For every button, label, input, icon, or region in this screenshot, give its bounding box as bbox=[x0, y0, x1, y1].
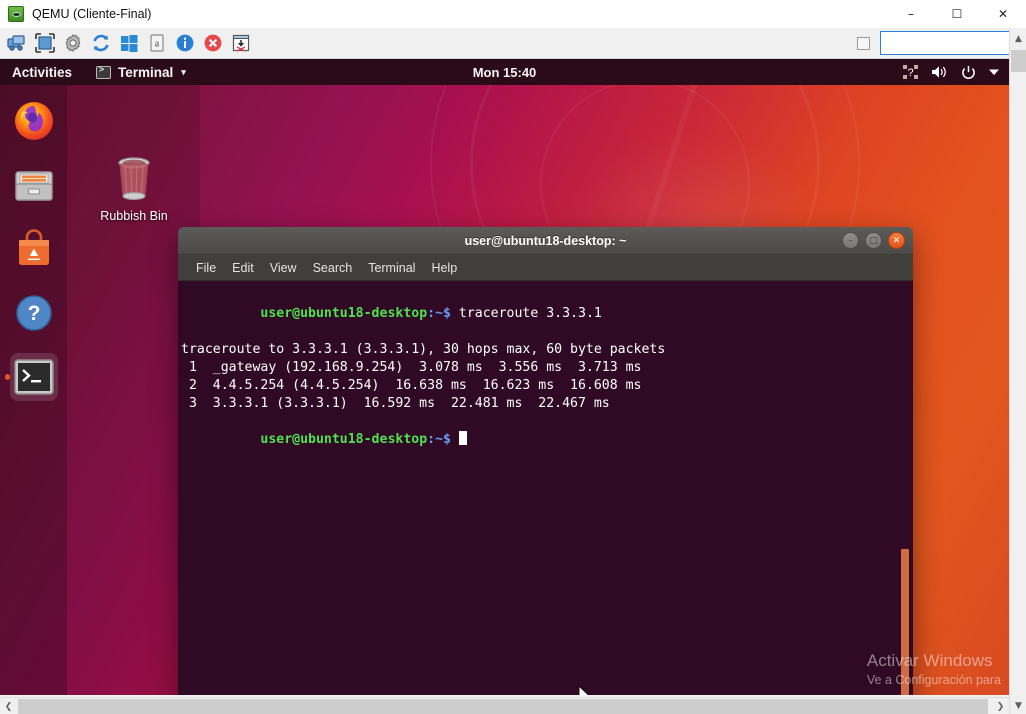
qemu-host-window: QEMU (Cliente-Final) – ☐ ✕ bbox=[0, 0, 1026, 714]
terminal-icon bbox=[14, 359, 54, 395]
desktop-icon-rubbish-bin[interactable]: Rubbish Bin bbox=[96, 153, 172, 223]
dock-item-help[interactable]: ? bbox=[10, 289, 58, 337]
app-menu-label: Terminal bbox=[118, 65, 173, 80]
prompt-path: :~$ bbox=[427, 306, 451, 321]
command-text: traceroute 3.3.3.1 bbox=[451, 306, 602, 321]
windows-icon[interactable] bbox=[116, 30, 142, 56]
terminal-line: traceroute to 3.3.3.1 (3.3.3.1), 30 hops… bbox=[181, 341, 913, 359]
host-titlebar: QEMU (Cliente-Final) – ☐ ✕ bbox=[0, 0, 1026, 28]
machine-icon[interactable] bbox=[4, 30, 30, 56]
ubuntu-dock: ? bbox=[0, 85, 67, 695]
host-window-controls: – ☐ ✕ bbox=[888, 0, 1026, 28]
svg-text:?: ? bbox=[907, 67, 913, 79]
prompt-user: user@ubuntu18-desktop bbox=[260, 306, 427, 321]
prompt-path: :~$ bbox=[427, 432, 451, 447]
vm-screen: Activities Terminal ▾ Mon 15:40 ? bbox=[0, 59, 1009, 695]
system-menu-caret-icon[interactable] bbox=[989, 68, 999, 76]
command-text bbox=[451, 432, 459, 447]
chevron-down-icon: ▾ bbox=[181, 67, 186, 78]
host-vertical-scrollbar[interactable]: ▲ ▼ bbox=[1009, 28, 1026, 714]
scroll-down-arrow-icon[interactable]: ▼ bbox=[1010, 697, 1026, 714]
terminal-close-button[interactable]: ✕ bbox=[888, 232, 905, 249]
host-title: QEMU (Cliente-Final) bbox=[32, 7, 151, 21]
menu-view[interactable]: View bbox=[262, 259, 305, 277]
document-icon[interactable]: a bbox=[144, 30, 170, 56]
firefox-icon bbox=[12, 99, 56, 143]
fullscreen-icon[interactable] bbox=[32, 30, 58, 56]
qemu-logo-icon bbox=[8, 6, 24, 22]
dock-item-software[interactable] bbox=[10, 225, 58, 273]
menu-terminal[interactable]: Terminal bbox=[360, 259, 423, 277]
rubbish-bin-icon bbox=[109, 153, 159, 205]
scroll-right-arrow-icon[interactable]: ❯ bbox=[992, 698, 1009, 714]
clock[interactable]: Mon 15:40 bbox=[473, 65, 537, 80]
close-circle-icon[interactable] bbox=[200, 30, 226, 56]
host-horizontal-scrollbar[interactable]: ❮ ❯ bbox=[0, 697, 1009, 714]
horizontal-scroll-thumb[interactable] bbox=[18, 699, 988, 714]
refresh-icon[interactable] bbox=[88, 30, 114, 56]
menu-search[interactable]: Search bbox=[305, 259, 361, 277]
scroll-left-arrow-icon[interactable]: ❮ bbox=[0, 698, 17, 714]
info-icon[interactable] bbox=[172, 30, 198, 56]
desktop-icon-label: Rubbish Bin bbox=[100, 209, 167, 223]
host-minimize-button[interactable]: – bbox=[888, 0, 934, 28]
terminal-line: 1 _gateway (192.168.9.254) 3.078 ms 3.55… bbox=[181, 359, 913, 377]
dock-item-terminal[interactable] bbox=[10, 353, 58, 401]
qemu-toolbar: a bbox=[0, 28, 1026, 59]
dock-item-firefox[interactable] bbox=[10, 97, 58, 145]
settings-gear-icon[interactable] bbox=[60, 30, 86, 56]
host-maximize-button[interactable]: ☐ bbox=[934, 0, 980, 28]
terminal-minimize-button[interactable]: – bbox=[842, 232, 859, 249]
terminal-menubar: File Edit View Search Terminal Help bbox=[178, 255, 913, 281]
terminal-window: user@ubuntu18-desktop: ~ – □ ✕ File Edit… bbox=[178, 227, 913, 695]
activities-button[interactable]: Activities bbox=[12, 65, 72, 80]
volume-icon[interactable] bbox=[931, 65, 948, 79]
menu-help[interactable]: Help bbox=[423, 259, 465, 277]
terminal-scrollbar[interactable] bbox=[901, 549, 909, 695]
terminal-line: user@ubuntu18-desktop:~$ bbox=[181, 413, 913, 467]
terminal-icon bbox=[96, 66, 111, 79]
help-icon: ? bbox=[14, 293, 54, 333]
toolbar-checkbox[interactable] bbox=[857, 37, 870, 50]
scroll-up-arrow-icon[interactable]: ▲ bbox=[1010, 30, 1026, 47]
terminal-title: user@ubuntu18-desktop: ~ bbox=[465, 234, 627, 248]
terminal-maximize-button[interactable]: □ bbox=[865, 232, 882, 249]
host-close-button[interactable]: ✕ bbox=[980, 0, 1026, 28]
svg-text:?: ? bbox=[27, 302, 40, 325]
vertical-scroll-thumb[interactable] bbox=[1011, 50, 1026, 72]
app-menu-terminal[interactable]: Terminal ▾ bbox=[96, 65, 186, 80]
terminal-line: 3 3.3.3.1 (3.3.3.1) 16.592 ms 22.481 ms … bbox=[181, 395, 913, 413]
dock-item-files[interactable] bbox=[10, 161, 58, 209]
terminal-cursor bbox=[459, 431, 467, 445]
menu-file[interactable]: File bbox=[188, 259, 224, 277]
svg-text:a: a bbox=[155, 39, 160, 50]
snapshot-icon[interactable] bbox=[228, 30, 254, 56]
gnome-topbar: Activities Terminal ▾ Mon 15:40 ? bbox=[0, 59, 1009, 85]
system-tray: ? bbox=[903, 65, 999, 80]
files-icon bbox=[13, 164, 55, 206]
terminal-line: 2 4.4.5.254 (4.4.5.254) 16.638 ms 16.623… bbox=[181, 377, 913, 395]
power-icon[interactable] bbox=[961, 65, 976, 80]
prompt-user: user@ubuntu18-desktop bbox=[260, 432, 427, 447]
terminal-titlebar[interactable]: user@ubuntu18-desktop: ~ – □ ✕ bbox=[178, 227, 913, 255]
terminal-line: user@ubuntu18-desktop:~$ traceroute 3.3.… bbox=[181, 287, 913, 341]
terminal-output-area[interactable]: user@ubuntu18-desktop:~$ traceroute 3.3.… bbox=[178, 281, 913, 695]
ubuntu-software-icon bbox=[13, 228, 55, 270]
mouse-cursor bbox=[578, 685, 592, 695]
menu-edit[interactable]: Edit bbox=[224, 259, 262, 277]
toolbar-text-input[interactable] bbox=[880, 31, 1014, 55]
keyboard-layout-icon[interactable]: ? bbox=[903, 65, 918, 79]
terminal-window-controls: – □ ✕ bbox=[842, 232, 905, 249]
